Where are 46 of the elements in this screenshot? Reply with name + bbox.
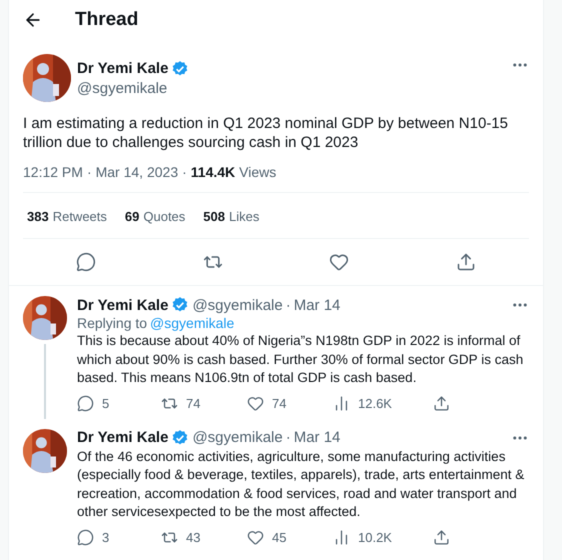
heart-icon <box>247 395 264 412</box>
reply-icon <box>76 252 96 272</box>
reply-icon <box>77 395 94 412</box>
author-name: Dr Yemi Kale <box>77 60 168 77</box>
author-name: Dr Yemi Kale <box>77 429 168 446</box>
replying-to-label: Replying to <box>77 315 148 331</box>
tweet-text: This is because about 40% of Nigeria”s N198tn GDP in 2022 is informal of which about 90% is cash based. Further 30% of formal sector GDP is cash based. This means N106.9tn of total GDP is cash based. <box>77 332 524 387</box>
tweet-date: Mar 14 <box>294 296 340 314</box>
reply-icon <box>77 529 94 546</box>
tweet-date: Mar 14, 2023 <box>96 164 178 180</box>
tweet-time: 12:12 PM <box>23 164 83 180</box>
stat-link[interactable]: 383 Retweets <box>27 209 107 224</box>
bar-chart-icon <box>333 529 350 546</box>
separator-dot: · <box>86 164 92 180</box>
views-label: Views <box>239 164 276 180</box>
stat-link[interactable]: 69 Quotes <box>124 209 186 224</box>
stat-link[interactable]: 508 Likes <box>203 209 260 224</box>
retweet-button[interactable]: 43 <box>161 529 247 546</box>
heart-icon <box>247 529 264 546</box>
heart-icon <box>329 252 350 272</box>
like-button[interactable]: 74 <box>247 395 333 412</box>
author-handle: @sgyemikale <box>192 296 283 314</box>
author-name: Dr Yemi Kale <box>77 296 168 314</box>
separator-dot: · <box>182 164 187 180</box>
separator-dot: · <box>286 429 291 446</box>
author-handle: @sgyemikale <box>77 80 168 96</box>
views-button[interactable]: 12.6K <box>333 395 433 412</box>
retweet-button[interactable]: 74 <box>161 395 247 412</box>
share-icon <box>433 395 450 412</box>
reply-button[interactable] <box>76 252 96 272</box>
separator-dot: · <box>286 296 291 314</box>
share-icon <box>433 529 450 546</box>
views-count: 114.4K <box>190 164 236 180</box>
bar-chart-icon <box>333 395 350 412</box>
views-button[interactable]: 10.2K <box>333 529 433 546</box>
author-handle: @sgyemikale <box>192 429 283 446</box>
reply-button[interactable]: 5 <box>77 395 161 412</box>
share-button[interactable] <box>456 252 476 272</box>
share-icon <box>456 252 476 272</box>
reply-button[interactable]: 3 <box>77 529 161 546</box>
like-button[interactable]: 45 <box>247 529 333 546</box>
page-title: Thread <box>75 9 138 31</box>
like-button[interactable] <box>329 252 350 272</box>
tweet-text: Of the 46 economic activities, agriculture, some manufacturing activities (especially food & beverage, textiles, apparels), trade, arts entertainment & recreation, accommodation & food services, road and water transport and other servicesexpected to be the most affected. <box>77 448 526 521</box>
tweet-date: Mar 14 <box>294 429 340 446</box>
tweet-text: I am estimating a reduction in Q1 2023 nominal GDP by between N10-15 trillion due to challenges sourcing cash in Q1 2023 <box>23 114 509 152</box>
